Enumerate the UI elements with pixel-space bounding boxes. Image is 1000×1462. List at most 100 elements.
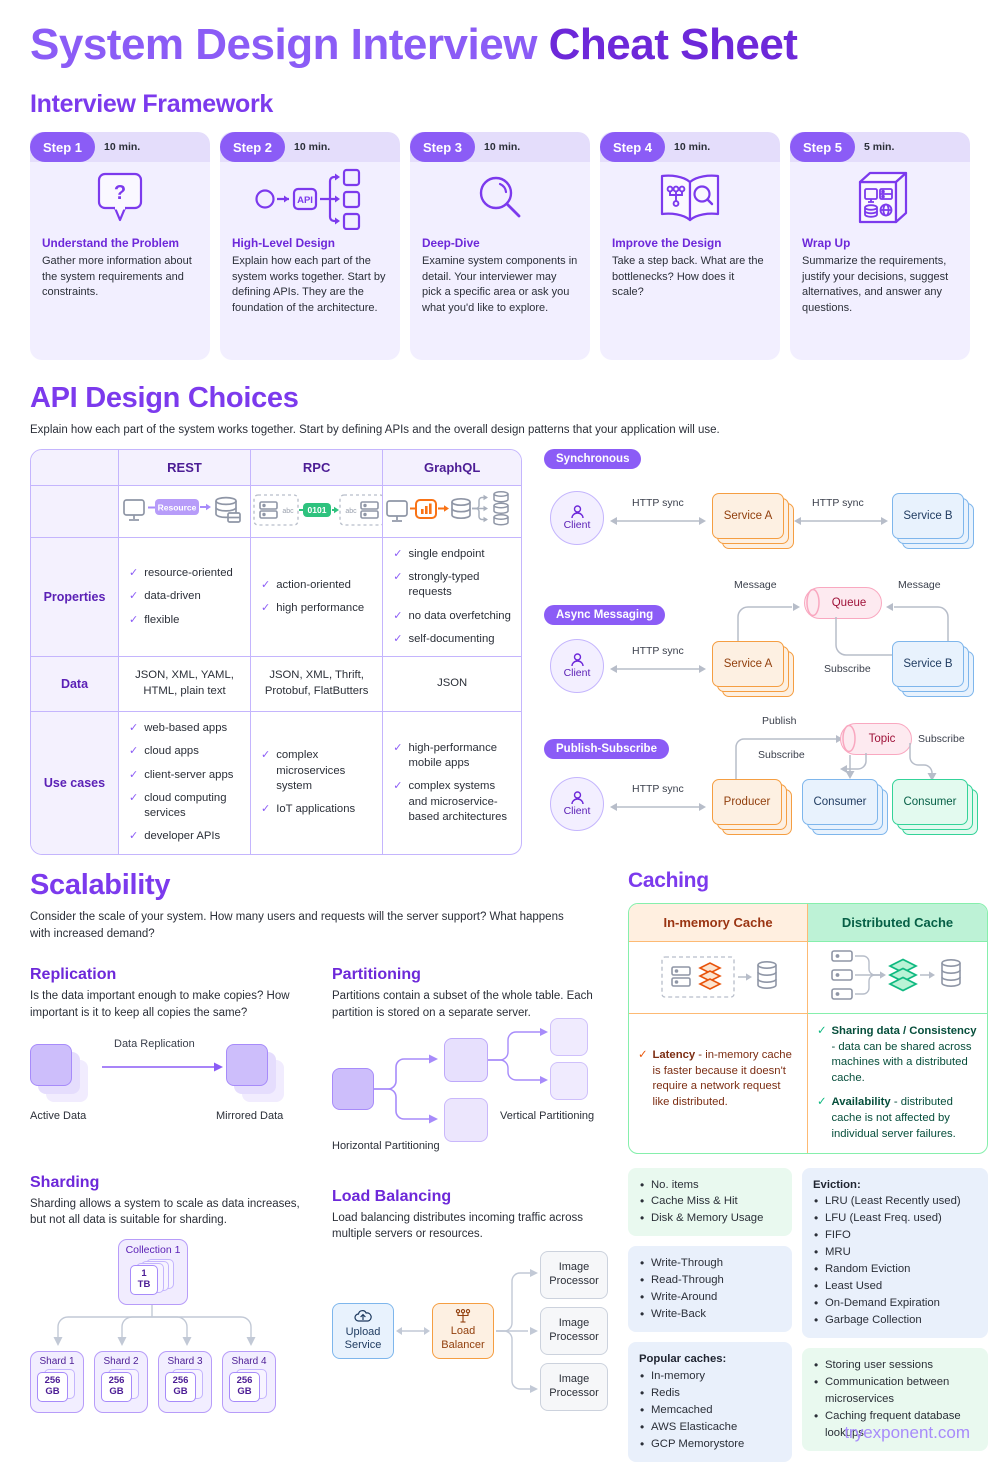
cheat-sheet-page: System Design Interview Cheat Sheet Inte… (0, 0, 1000, 1462)
question-bubble-icon: ? (30, 162, 210, 236)
diagram-publish-subscribe: Publish-Subscribe Client HTTP sync Produ… (544, 714, 978, 855)
bidirectional-arrow (610, 516, 706, 525)
service-b-label: Service B (892, 492, 964, 539)
step-body: Improve the Design Take a step back. Wha… (600, 236, 780, 311)
check-label: cloud apps (144, 745, 199, 758)
bidirectional-arrow (794, 516, 888, 525)
check-icon: ✓ (638, 1048, 648, 1061)
list-item: AWS Elasticache (639, 1418, 781, 1436)
step-time: 5 min. (864, 141, 895, 154)
shard-size-unit: GB (237, 1385, 252, 1397)
usecases-graphql-cell: ✓ high-performance mobile apps ✓ complex s… (383, 712, 521, 854)
check-icon: ✓ (129, 722, 139, 735)
note-item: ✓ Latency - in-memory cache is faster be… (638, 1048, 798, 1111)
note-rest: - data can be shared across machines wit… (831, 1040, 972, 1085)
inmemory-cache-icon (629, 941, 808, 1014)
data-rest-cell: JSON, XML, YAML, HTML, plain text (119, 657, 251, 713)
section-title-api: API Design Choices (30, 382, 299, 415)
shard-node: Shard 2 256 GB (94, 1350, 148, 1413)
image-processor-node-2: Image Processor (540, 1306, 608, 1355)
bidirectional-arrow (396, 1326, 430, 1335)
list-item: Communication between microservices (813, 1373, 977, 1408)
upload-service-line1: Upload (345, 1325, 381, 1338)
column-header-rpc: RPC (251, 449, 384, 486)
usecases-rpc-cell: ✓ complex microservices system ✓ IoT appli… (251, 712, 384, 854)
svg-text:?: ? (114, 182, 126, 204)
shard-size: 256 GB (101, 1371, 132, 1402)
service-b-label: Service B (892, 640, 964, 687)
shard-label: Shard 2 (103, 1355, 139, 1367)
partition-split-arrows (374, 1054, 438, 1124)
step-badge: Step 2 (220, 132, 286, 163)
service-a-node: Service A (712, 492, 794, 549)
partitioning-title: Partitioning (332, 966, 421, 984)
producer-node: Producer (712, 778, 792, 835)
note-text: Latency - in-memory cache is faster beca… (652, 1048, 798, 1111)
check-icon: ✓ (393, 547, 403, 560)
table-icon-row: Resource abc 0101 abc (31, 485, 521, 538)
list-item: GCP Memorystore (639, 1435, 781, 1453)
column-header-graphql: GraphQL (383, 449, 521, 486)
list-item: Cache Miss & Hit (639, 1192, 781, 1210)
loadbalancing-title: Load Balancing (332, 1187, 452, 1205)
check-icon: ✓ (129, 613, 139, 626)
sharding-desc: Sharding allows a system to scale as dat… (30, 1197, 300, 1227)
upload-service-node: Upload Service (332, 1302, 394, 1359)
check-label: complex systems and microservice-based a… (408, 780, 508, 823)
shard-size-unit: GB (109, 1385, 124, 1397)
magnifier-icon (410, 162, 590, 236)
vertical-partitioning-label: Vertical Partitioning (500, 1109, 595, 1122)
table-row-properties: Properties ✓ resource-oriented ✓ data-driv… (31, 537, 521, 658)
data-replication-label: Data Replication (114, 1037, 195, 1050)
consumer-node-2: Consumer (892, 778, 978, 835)
check-item: ✓ single endpoint (393, 547, 511, 562)
shard-label: Shard 1 (39, 1355, 75, 1367)
check-icon: ✓ (261, 803, 271, 816)
replication-partitioning-row: Replication Is the data important enough… (30, 966, 608, 1152)
rest-diagram-icon: Resource (119, 485, 251, 538)
page-title-dark: Cheat Sheet (548, 20, 798, 69)
check-item: ✓ client-server apps (129, 768, 240, 783)
check-label: web-based apps (144, 722, 228, 735)
check-label: strongly-typed requests (408, 571, 480, 599)
topic-node: Topic (840, 722, 912, 755)
eviction-card: Eviction: LRU (Least Recently used) LFU … (802, 1167, 988, 1338)
step-name: Understand the Problem (42, 236, 179, 251)
service-b-node: Service B (892, 492, 974, 549)
step-desc: Summarize the requirements, justify your… (802, 255, 949, 315)
client-label: Client (563, 804, 591, 817)
check-item: ✓ complex microservices system (261, 748, 372, 794)
step-badge: Step 4 (600, 132, 666, 163)
column-header-inmemory: In-memory Cache (629, 903, 808, 942)
note-bold: Sharing data / Consistency (831, 1024, 977, 1037)
step-name: Improve the Design (612, 236, 722, 251)
table-row-usecases: Use cases ✓ web-based apps ✓ cloud apps ✓ c… (31, 712, 521, 854)
check-icon: ✓ (129, 791, 139, 804)
svg-text:API: API (297, 195, 313, 206)
service-b-node: Service B (892, 640, 974, 697)
check-item: ✓ high performance (261, 601, 372, 616)
edge-label-http: HTTP sync (632, 782, 684, 795)
mirrored-data-label: Mirrored Data (216, 1109, 284, 1122)
list-item: In-memory (639, 1367, 781, 1385)
tag-synchronous: Synchronous (544, 448, 642, 469)
row-label-properties: Properties (31, 537, 119, 658)
row-label-data: Data (31, 657, 119, 713)
check-item: ✓ cloud apps (129, 744, 240, 759)
replication-arrow (102, 1062, 223, 1072)
popular-caches-title: Popular caches: (639, 1353, 727, 1366)
edge-label-publish: Publish (762, 714, 797, 727)
eviction-title: Eviction: (813, 1178, 861, 1191)
collection-size-unit: TB (137, 1278, 151, 1290)
data-graphql-cell: JSON (383, 657, 521, 713)
bidirectional-arrow (610, 664, 706, 673)
load-balancer-icon (455, 1309, 471, 1323)
image-processor-line2: Processor (549, 1330, 599, 1343)
loadbalancer-fanout-arrows (496, 1268, 538, 1393)
check-item: ✓ action-oriented (261, 578, 372, 593)
check-label: high-performance mobile apps (408, 741, 498, 770)
step-name: High-Level Design (232, 236, 335, 251)
cache-notes-grid: No. items Cache Miss & Hit Disk & Memory… (628, 1167, 988, 1462)
step-time: 10 min. (294, 141, 331, 154)
vertical-box-top (550, 1017, 588, 1056)
